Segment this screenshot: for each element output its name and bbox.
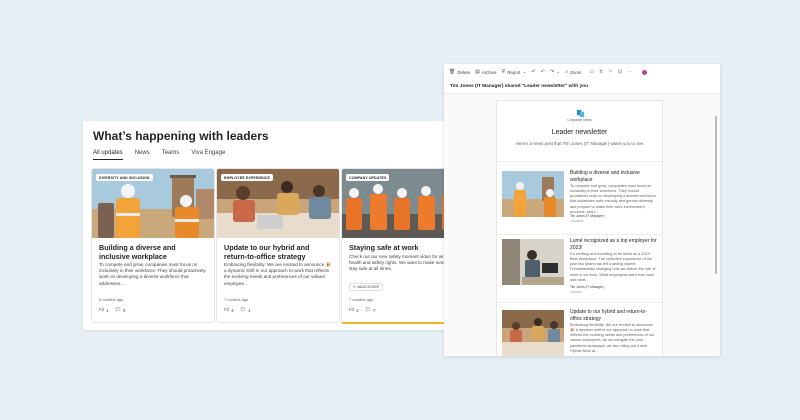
scrollbar[interactable] [715,116,717,274]
chevron-down-icon: ⌄ [522,69,527,75]
reply-icon: ↶ [531,69,536,75]
divider [497,161,662,162]
card-description: Embracing flexibility: We are excited to… [224,262,332,286]
reply-all-icon: ↶ [540,69,545,75]
more-icon: ⋯ [627,69,633,75]
reply-button[interactable]: ↶ [532,69,536,75]
zoom-button[interactable]: ⌕ Zoom [565,69,581,75]
comment-count: 0 [123,307,126,313]
card-timestamp: 7 months ago [349,297,374,302]
card-reactions: 👍︎ 2 💬︎ 7 [349,307,376,313]
feed-title: What’s happening with leaders [93,129,269,143]
category-badge: EMPLOYEE EXPERIENCE [221,174,274,181]
news-card-hybrid[interactable]: EMPLOYEE EXPERIENCE Update to our hybrid… [216,168,340,323]
card-description: Check out our new safety moment video fo… [349,254,445,272]
tag-button[interactable]: ⊡ [618,69,622,75]
item-description: Embracing flexibility: We are excited to… [570,323,655,353]
construction-workers-thumbnail [502,171,564,217]
item-description: It's exciting and humbling to be listed … [570,252,656,282]
comment-icon[interactable]: 💬︎ [240,307,246,313]
item-description: To compete and grow, companies must focu… [570,184,656,214]
tab-teams[interactable]: Teams [162,150,180,160]
feed-tabs: All updates News Teams Viva Engage [93,150,237,160]
item-title[interactable]: Lumé recognized as a top employer for 20… [570,238,658,251]
sync-icon: ↻ [599,69,604,75]
item-author: Tim Jones (IT Manager) [570,285,604,289]
location-tag: ⚲ VANCOUVER [349,283,384,291]
like-icon[interactable]: 👍︎ [99,307,104,313]
tab-news[interactable]: News [135,150,150,160]
item-author: Tim Jones (IT Manager) [570,214,604,218]
location-pin-icon: ⚲ [353,285,356,289]
folder-icon: ▭ [589,69,595,75]
news-card-diversity[interactable]: DIVERSITY AND INCLUSION Building a diver… [91,168,215,323]
card-title[interactable]: Update to our hybrid and return-to-offic… [224,243,332,262]
card-title[interactable]: Building a diverse and inclusive workpla… [99,243,207,262]
location-label: VANCOUVER [356,285,380,289]
more-button[interactable]: ⋯ [627,69,632,75]
trash-icon: 🗑︎ [449,69,456,75]
report-button[interactable]: ⛨ Report ⌄ [501,69,526,75]
company-name: Corporate News [567,118,592,122]
archive-button[interactable]: ▤ Archive [475,69,496,75]
item-title[interactable]: Update to our hybrid and return-to-offic… [570,309,658,322]
item-date: 7/9/2024 [570,290,582,294]
card-title[interactable]: Staying safe at work [349,243,445,252]
copilot-button[interactable] [642,69,648,75]
category-badge: COMPANY UPDATES [346,174,390,181]
email-subject: Tim Jones (IT Manager) shared "Leader ne… [444,80,720,94]
flag-button[interactable]: ⚐ [608,69,612,75]
office-workspace-thumbnail [502,239,564,285]
comment-count: 7 [373,307,376,313]
move-button[interactable]: ▭ [589,69,594,75]
card-description: To compete and grow, companies must focu… [99,262,206,286]
tab-all-updates[interactable]: All updates [93,150,123,160]
like-icon[interactable]: 👍︎ [224,307,229,313]
item-date: 7/21/2024 [570,219,584,223]
newsletter-body: Corporate News Leader newsletter Here's … [496,100,663,356]
like-count: 4 [231,307,234,313]
forward-icon: ↷ [550,69,555,75]
newsletter-title: Leader newsletter [551,129,608,136]
card-reactions: 👍︎ 1 💬︎ 0 [99,307,126,313]
flag-icon: ⚐ [608,69,613,75]
like-count: 1 [106,307,109,313]
like-count: 2 [356,307,359,313]
forward-button[interactable]: ↷ ⌄ [550,69,560,75]
chevron-down-icon: ⌄ [556,69,561,75]
category-badge: DIVERSITY AND INCLUSION [96,174,153,181]
email-window: 🗑︎ Delete ▤ Archive ⛨ Report ⌄ ↶ ↶ ↷ ⌄ ⌕ Zoom … [444,64,720,356]
newsletter-subtitle: Here's a news post that Tim Jones (IT Ma… [515,141,644,146]
tab-viva-engage[interactable]: Viva Engage [191,150,225,160]
office-meeting-thumbnail [502,310,564,356]
news-card-safety[interactable]: COMPANY UPDATES Staying safe at work Che… [341,168,445,324]
card-reactions: 👍︎ 4 💬︎ 1 [224,307,251,313]
email-toolbar: 🗑︎ Delete ▤ Archive ⛨ Report ⌄ ↶ ↶ ↷ ⌄ ⌕ Zoom … [444,64,720,81]
newsletter-item[interactable]: Building a diverse and inclusive workpla… [497,167,662,235]
like-icon[interactable]: 👍︎ [349,307,354,313]
newsletter-item[interactable]: Update to our hybrid and return-to-offic… [502,306,660,356]
newsletter-item[interactable]: Lumé recognized as a top employer for 20… [497,235,662,303]
comment-icon[interactable]: 💬︎ [365,307,371,313]
leaders-feed-panel: What’s happening with leaders All update… [83,121,445,330]
sync-button[interactable]: ↻ [599,69,603,75]
shield-icon: ⛨ [501,69,506,75]
company-logo-icon [576,105,585,118]
copilot-icon [642,69,648,75]
delete-button[interactable]: 🗑︎ Delete [449,69,470,75]
comment-count: 1 [248,307,251,313]
comment-icon[interactable]: 💬︎ [115,307,121,313]
tag-icon: ⊡ [617,69,623,75]
reply-all-button[interactable]: ↶ [541,69,545,75]
divider [497,302,662,303]
card-timestamp: 6 months ago [99,297,124,302]
zoom-icon: ⌕ [565,69,569,75]
card-timestamp: 7 months ago [224,297,249,302]
item-title[interactable]: Building a diverse and inclusive workpla… [570,170,658,183]
archive-icon: ▤ [475,69,480,75]
